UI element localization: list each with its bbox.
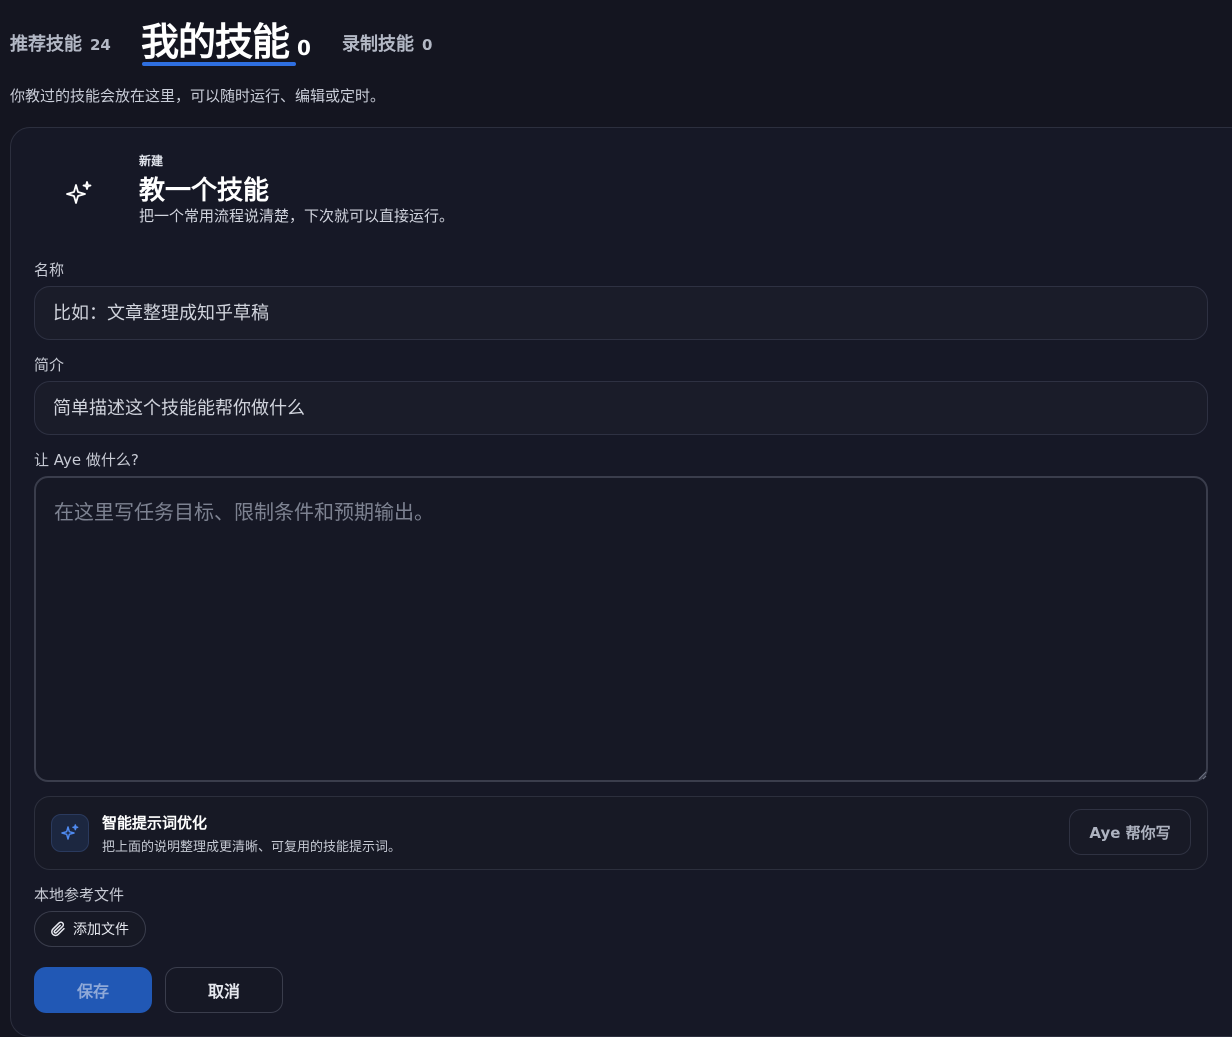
resize-handle-icon[interactable] (1197, 770, 1207, 780)
paperclip-icon (51, 921, 65, 937)
task-label: 让 Aye 做什么? (34, 451, 139, 469)
sparkle-icon (51, 172, 107, 216)
new-skill-description: 把一个常用流程说清楚，下次就可以直接运行。 (139, 207, 455, 225)
intro-label: 简介 (34, 356, 65, 374)
name-label: 名称 (34, 261, 65, 279)
active-tab-indicator (142, 62, 296, 66)
task-textarea[interactable] (34, 476, 1208, 782)
optimize-title: 智能提示词优化 (102, 814, 208, 832)
sparkle-icon (51, 814, 89, 852)
tab-label: 推荐技能 (10, 34, 82, 55)
attachments-label: 本地参考文件 (34, 886, 125, 904)
new-skill-title: 教一个技能 (139, 176, 270, 206)
add-file-label: 添加文件 (73, 922, 129, 938)
aye-write-button[interactable]: Aye 帮你写 (1069, 809, 1191, 855)
save-button[interactable]: 保存 (34, 967, 152, 1013)
skill-tabs: 推荐技能 24 我的技能 0 录制技能 0 (10, 0, 610, 70)
cancel-button[interactable]: 取消 (165, 967, 283, 1013)
add-file-button[interactable]: 添加文件 (34, 911, 146, 947)
name-input[interactable] (34, 286, 1208, 340)
tab-label: 我的技能 (141, 20, 290, 64)
tab-label: 录制技能 (342, 34, 414, 55)
tab-my-skills[interactable]: 我的技能 0 (141, 11, 311, 66)
new-skill-panel: 新建 教一个技能 把一个常用流程说清楚，下次就可以直接运行。 名称 简介 让 A… (10, 127, 1232, 1037)
optimize-description: 把上面的说明整理成更清晰、可复用的技能提示词。 (102, 840, 402, 855)
tab-count: 0 (422, 36, 433, 54)
tab-recorded-skills[interactable]: 录制技能 0 (342, 30, 432, 56)
page-subtitle: 你教过的技能会放在这里，可以随时运行、编辑或定时。 (10, 87, 386, 105)
tab-count: 0 (297, 36, 311, 60)
prompt-optimize-card: 智能提示词优化 把上面的说明整理成更清晰、可复用的技能提示词。 Aye 帮你写 (34, 796, 1208, 870)
tab-recommended-skills[interactable]: 推荐技能 24 (10, 30, 111, 56)
tab-count: 24 (90, 36, 111, 54)
new-skill-eyebrow: 新建 (139, 154, 164, 168)
intro-input[interactable] (34, 381, 1208, 435)
